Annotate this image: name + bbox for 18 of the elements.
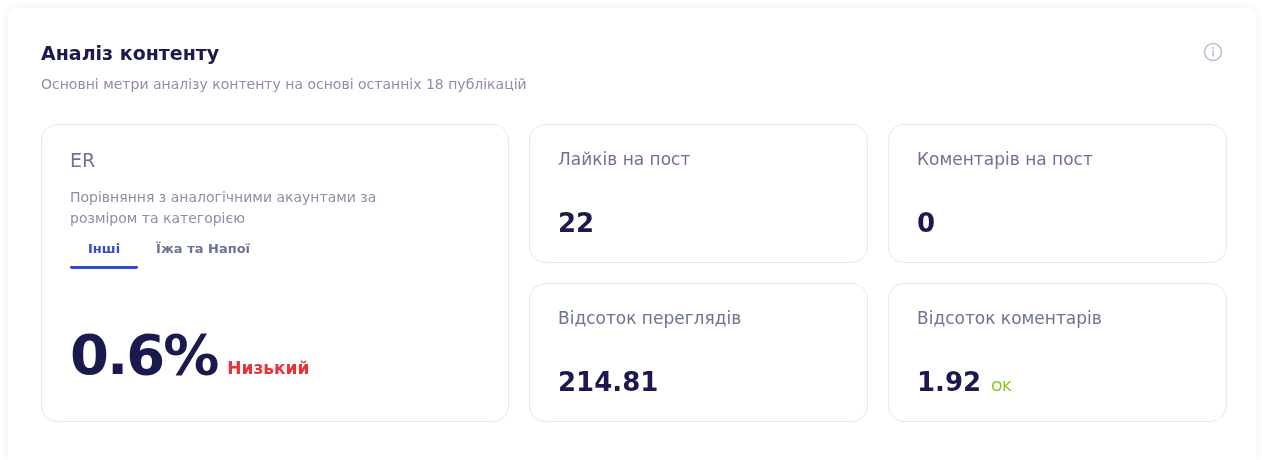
er-label: ER bbox=[70, 149, 97, 171]
er-status: Низький bbox=[227, 358, 310, 378]
metric-value: 1.92 bbox=[917, 367, 982, 397]
er-description: Порівняння з аналогічними акаунтами за розміром та категорією bbox=[70, 188, 378, 228]
metric-value: 0 bbox=[917, 208, 936, 238]
panel-subtitle: Основні метри аналізу контенту на основі останніх 18 публікацій bbox=[41, 76, 527, 92]
metric-label: Лайків на пост bbox=[558, 149, 692, 169]
category-tab[interactable]: Їжа та Напої bbox=[138, 237, 269, 269]
metric-label: Коментарів на пост bbox=[917, 149, 1094, 169]
metric-label: Відсоток переглядів bbox=[558, 308, 743, 328]
metric-status: OK bbox=[991, 378, 1012, 394]
category-tab[interactable]: Інші bbox=[70, 237, 139, 269]
metric-label: Відсоток коментарів bbox=[917, 308, 1103, 328]
metric-value: 22 bbox=[558, 208, 595, 238]
metric-value: 214.81 bbox=[558, 367, 659, 397]
er-value: 0.6% bbox=[70, 322, 218, 387]
panel-title: Аналіз контенту bbox=[41, 41, 221, 66]
info-icon[interactable] bbox=[1203, 42, 1223, 62]
